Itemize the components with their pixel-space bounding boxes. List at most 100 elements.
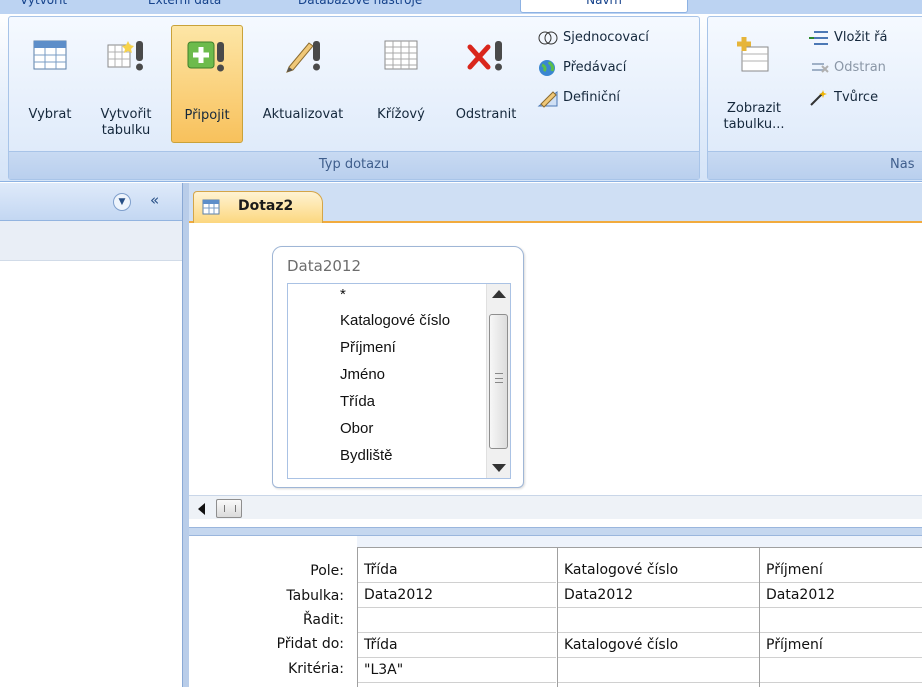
delete-rows-label: Odstran [834,60,886,75]
document-tab-label: Dotaz2 [238,198,294,214]
show-table-button[interactable]: Zobrazit tabulku... [714,25,794,143]
definition-icon [537,88,559,108]
make-table-query-label: Vytvořit tabulku [100,107,152,138]
grid-column: Příjmení Data2012 Příjmení [759,548,922,687]
grid-cell-field[interactable]: Třída [358,558,556,583]
ribbon-tabstrip: Vytvořit Externí data Databázové nástroj… [0,0,922,14]
query-design-area: Dotaz2 Data2012 * Katalogové číslo Příjm… [189,183,922,687]
delete-query-button[interactable]: Odstranit [441,25,531,143]
update-query-label: Aktualizovat [262,107,344,122]
row-label-table: Tabulka: [286,588,344,604]
scroll-left-icon[interactable] [198,503,205,515]
grid-cell-sort[interactable] [358,608,556,633]
query-setup-group-label: Nas [708,151,922,179]
design-horizontal-scrollbar[interactable] [189,495,922,519]
scroll-down-icon[interactable] [492,464,506,472]
append-query-button[interactable]: Připojit [171,25,243,143]
pencil-icon [281,35,325,79]
union-query-button[interactable]: Sjednocovací [537,27,649,51]
crosstab-query-button[interactable]: Křížový [361,25,441,143]
row-label-sort: Řadit: [303,612,344,628]
field-list-item[interactable]: * [340,286,346,303]
row-label-field: Pole: [310,563,344,579]
grip-icon [495,373,503,383]
pane-splitter[interactable] [182,183,189,687]
scroll-up-icon[interactable] [492,290,506,298]
chevron-down-icon[interactable]: ▼ [113,193,131,211]
make-table-icon [104,35,148,79]
data-definition-query-label: Definiční [563,90,621,105]
field-list-item[interactable]: Třída [340,393,375,410]
pane-divider[interactable] [189,527,922,536]
query-grid: Pole: Tabulka: Řadit: Přidat do: Kritéri… [189,536,922,687]
grid-cell-criteria[interactable] [760,658,922,683]
grid-cell-sort[interactable] [760,608,922,633]
navigation-pane-band [0,221,182,261]
group-query-setup: Zobrazit tabulku... Vložit řá Odstran Tv… [707,16,922,180]
grid-cell-table[interactable]: Data2012 [760,583,922,608]
collapse-pane-button[interactable]: « [150,191,159,209]
append-icon [185,36,229,80]
show-table-label: Zobrazit tabulku... [723,101,785,132]
grid-cell-field[interactable]: Příjmení [760,558,922,583]
delete-rows-icon [808,58,830,78]
insert-rows-icon [808,28,830,48]
tab-database-tools[interactable]: Databázové nástroje [298,0,422,13]
make-table-query-button[interactable]: Vytvořit tabulku [89,25,163,143]
row-label-criteria: Kritéria: [288,661,344,677]
pass-through-query-button[interactable]: Předávací [537,57,626,81]
row-label-append-to: Přidat do: [276,636,344,652]
grid-cell-criteria[interactable]: "L3A" [358,658,556,683]
navigation-pane: ▼ « [0,183,182,687]
grid-column: Katalogové číslo Data2012 Katalogové čís… [557,548,760,687]
builder-button[interactable]: Tvůrce [808,87,878,111]
show-table-icon [734,35,774,79]
grid-cell-append-to[interactable]: Třída [358,633,556,658]
grid-cell-table[interactable]: Data2012 [558,583,760,608]
field-list-scrollbar[interactable] [486,284,510,478]
query-icon [202,198,224,222]
delete-rows-button[interactable]: Odstran [808,57,886,81]
grid-cell-criteria[interactable] [558,658,760,683]
horizontal-scroll-thumb[interactable] [216,499,242,518]
query-type-group-label: Typ dotazu [9,151,699,179]
pass-through-query-label: Předávací [563,60,627,75]
grid-cell-table[interactable]: Data2012 [358,583,556,608]
crosstab-icon [381,35,421,79]
field-list-item[interactable]: Jméno [340,366,385,383]
tab-create[interactable]: Vytvořit [20,0,67,13]
grid-column-selectors[interactable] [357,536,922,548]
grid-cell-field[interactable]: Katalogové číslo [558,558,760,583]
crosstab-query-label: Křížový [377,107,425,122]
field-list-item[interactable]: Bydliště [340,447,393,464]
grid-column: Třída Data2012 Třída "L3A" [357,548,556,687]
field-list: * Katalogové číslo Příjmení Jméno Třída … [287,283,511,479]
tab-dotaz2[interactable]: Dotaz2 [193,191,323,223]
grid-cell-append-to[interactable]: Katalogové číslo [558,633,760,658]
data-definition-query-button[interactable]: Definiční [537,87,620,111]
field-list-item[interactable]: Katalogové číslo [340,312,450,329]
builder-label: Tvůrce [834,90,879,105]
delete-x-icon [464,35,508,79]
field-list-title: Data2012 [287,257,361,275]
globe-icon [537,58,559,78]
union-icon [537,28,559,48]
grid-cell-sort[interactable] [558,608,760,633]
table-icon [30,35,70,79]
tab-design[interactable]: Návrh [520,0,688,13]
field-list-item[interactable]: Obor [340,420,373,437]
select-query-button[interactable]: Vybrat [19,25,81,143]
wand-icon [808,88,830,108]
append-query-label: Připojit [184,108,230,123]
grid-cell-append-to[interactable]: Příjmení [760,633,922,658]
select-query-label: Vybrat [28,107,72,122]
insert-rows-button[interactable]: Vložit řá [808,27,887,51]
field-list-window[interactable]: Data2012 * Katalogové číslo Příjmení Jmé… [272,246,524,488]
scroll-thumb[interactable] [489,314,508,449]
update-query-button[interactable]: Aktualizovat [245,25,361,143]
field-list-item[interactable]: Příjmení [340,339,396,356]
navigation-pane-header: ▼ « [0,183,182,221]
tab-external-data[interactable]: Externí data [148,0,221,13]
delete-query-label: Odstranit [455,107,517,122]
insert-rows-label: Vložit řá [834,30,888,45]
